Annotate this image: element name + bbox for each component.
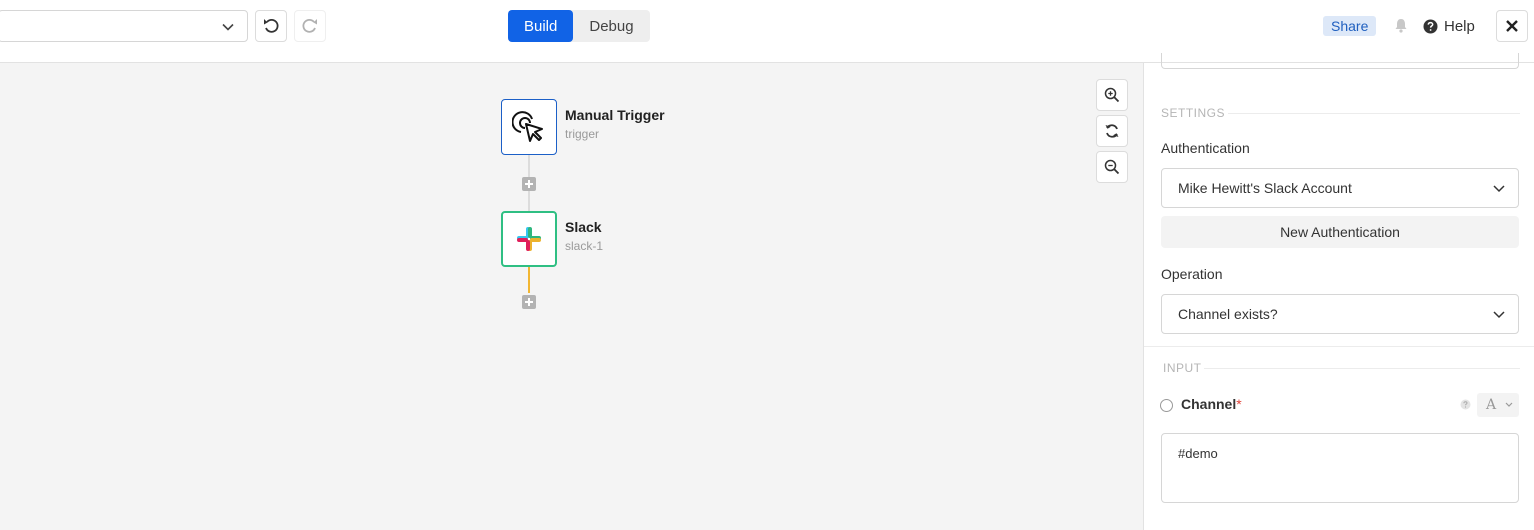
- close-icon: [1506, 20, 1518, 32]
- undo-button[interactable]: [255, 10, 287, 42]
- help-label: Help: [1444, 17, 1475, 35]
- node-slack[interactable]: [501, 211, 557, 267]
- add-step-button[interactable]: [522, 177, 536, 191]
- section-label-settings: SETTINGS: [1161, 106, 1226, 120]
- authentication-label: Authentication: [1161, 140, 1250, 156]
- node-manual-trigger[interactable]: [501, 99, 557, 155]
- help-link[interactable]: Help: [1423, 16, 1475, 36]
- help-icon: [1423, 19, 1438, 33]
- operation-select[interactable]: Channel exists?: [1161, 294, 1519, 334]
- cursor-click-icon: [512, 111, 543, 142]
- zoom-in-button[interactable]: [1096, 79, 1128, 111]
- new-authentication-button[interactable]: New Authentication: [1161, 216, 1519, 248]
- plus-icon: [525, 298, 533, 306]
- section-divider: [1144, 346, 1534, 347]
- tab-build[interactable]: Build: [508, 10, 574, 42]
- reset-icon: [1105, 124, 1119, 138]
- channel-toggle-radio[interactable]: [1160, 399, 1173, 412]
- operation-value: Channel exists?: [1178, 306, 1278, 322]
- authentication-value: Mike Hewitt's Slack Account: [1178, 180, 1352, 196]
- zoom-out-button[interactable]: [1096, 151, 1128, 183]
- chevron-down-icon: [1493, 311, 1505, 319]
- required-marker: *: [1236, 396, 1242, 412]
- chevron-down-icon: [1505, 402, 1513, 407]
- slack-logo-icon: [517, 227, 541, 251]
- authentication-select[interactable]: Mike Hewitt's Slack Account: [1161, 168, 1519, 208]
- redo-button[interactable]: [294, 10, 326, 42]
- node-subtitle: trigger: [565, 127, 600, 141]
- mode-tabs: Build Debug: [508, 10, 650, 42]
- plus-icon: [525, 180, 533, 188]
- close-button[interactable]: [1496, 10, 1528, 42]
- add-step-button[interactable]: [522, 295, 536, 309]
- operation-label: Operation: [1161, 266, 1223, 282]
- redo-icon: [302, 18, 317, 33]
- zoom-in-icon: [1104, 87, 1120, 103]
- channel-input[interactable]: #demo: [1161, 433, 1519, 503]
- zoom-out-icon: [1104, 159, 1120, 175]
- reset-view-button[interactable]: [1096, 115, 1128, 147]
- input-type-select[interactable]: A: [1477, 393, 1519, 417]
- chevron-down-icon: [222, 23, 234, 31]
- undo-icon: [264, 18, 279, 33]
- bell-icon[interactable]: [1394, 18, 1408, 33]
- step-config-panel: SETTINGS Authentication Mike Hewitt's Sl…: [1143, 53, 1534, 530]
- share-button[interactable]: Share: [1323, 16, 1377, 36]
- connector-line-active: [528, 267, 530, 293]
- channel-label-text: Channel: [1181, 396, 1237, 412]
- node-title: Manual Trigger: [565, 107, 665, 123]
- chevron-down-icon: [1493, 185, 1505, 193]
- workflow-select[interactable]: [0, 10, 248, 42]
- help-circle-icon[interactable]: [1460, 399, 1471, 410]
- step-name-field[interactable]: [1161, 53, 1519, 69]
- section-label-input: INPUT: [1163, 361, 1202, 375]
- channel-label: Channel*: [1181, 396, 1242, 412]
- workflow-canvas[interactable]: Manual Trigger trigger Slack slack-1: [0, 63, 1143, 530]
- input-type-value: A: [1486, 397, 1497, 413]
- section-divider: [1228, 113, 1520, 114]
- section-divider: [1204, 368, 1520, 369]
- node-subtitle: slack-1: [565, 239, 604, 253]
- tab-debug[interactable]: Debug: [573, 10, 649, 42]
- node-title: Slack: [565, 219, 602, 235]
